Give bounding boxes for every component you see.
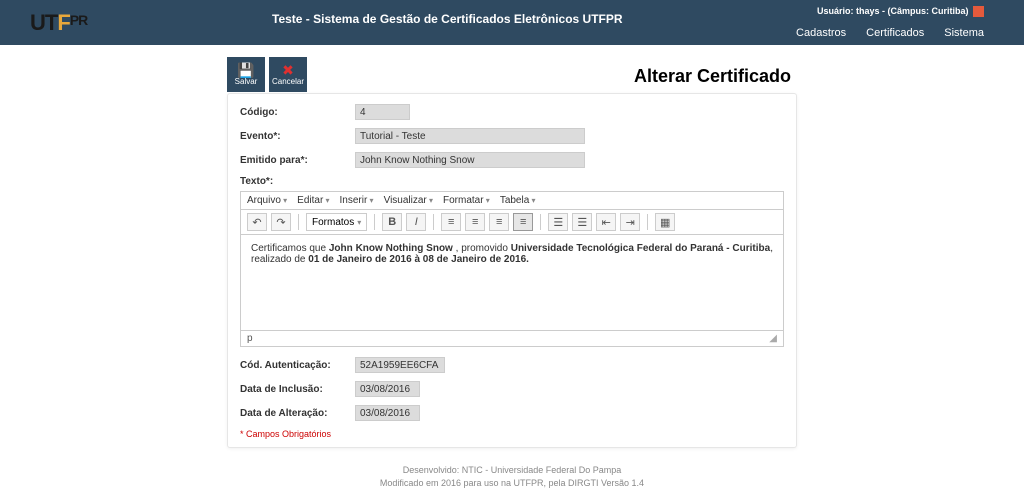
align-right-button[interactable]: ≡ (489, 213, 509, 231)
footer-line2: Modificado em 2016 para uso na UTFPR, pe… (227, 477, 797, 490)
user-label: Usuário: thays - (Câmpus: Curitiba) (817, 6, 969, 16)
texto-label: Texto*: (240, 176, 355, 187)
nav-menu: Cadastros Certificados Sistema (796, 27, 984, 39)
form-panel: Código: 4 Evento*: Tutorial - Teste Emit… (227, 93, 797, 448)
nav-sistema[interactable]: Sistema (944, 27, 984, 39)
emitido-label: Emitido para*: (240, 155, 355, 166)
alteracao-field[interactable]: 03/08/2016 (355, 405, 420, 421)
auth-label: Cód. Autenticação: (240, 360, 355, 371)
body-text: Certificamos que (251, 243, 329, 254)
cancel-icon: ✖ (282, 63, 294, 77)
indent-button[interactable]: ⇥ (620, 213, 640, 231)
inclusao-field[interactable]: 03/08/2016 (355, 381, 420, 397)
inclusao-label: Data de Inclusão: (240, 384, 355, 395)
emitido-field[interactable]: John Know Nothing Snow (355, 152, 585, 168)
editor-statusbar: p ◢ (241, 330, 783, 346)
separator (647, 214, 648, 230)
logout-icon[interactable] (973, 6, 984, 17)
editor-toolbar: ↶ ↷ Formatos B I ≡ ≡ ≡ ≡ ☰ ☰ ⇤ ⇥ ▦ (241, 210, 783, 235)
editor-content[interactable]: Certificamos que John Know Nothing Snow … (241, 235, 783, 330)
auth-field[interactable]: 52A1959EE6CFA (355, 357, 445, 373)
save-icon: 💾 (237, 63, 254, 77)
body-inst: Universidade Tecnológica Federal do Para… (511, 243, 771, 254)
body-name: John Know Nothing Snow (329, 243, 453, 254)
menu-formatar[interactable]: Formatar (443, 195, 490, 206)
user-info: Usuário: thays - (Câmpus: Curitiba) (817, 6, 984, 17)
evento-field[interactable]: Tutorial - Teste (355, 128, 585, 144)
italic-button[interactable]: I (406, 213, 426, 231)
align-center-button[interactable]: ≡ (465, 213, 485, 231)
rich-text-editor: Arquivo Editar Inserir Visualizar Format… (240, 191, 784, 347)
align-left-button[interactable]: ≡ (441, 213, 461, 231)
number-list-button[interactable]: ☰ (572, 213, 592, 231)
menu-visualizar[interactable]: Visualizar (384, 195, 433, 206)
logo-text-pr: PR (70, 12, 87, 28)
menu-editar[interactable]: Editar (297, 195, 329, 206)
undo-button[interactable]: ↶ (247, 213, 267, 231)
editor-path: p (247, 333, 253, 344)
redo-button[interactable]: ↷ (271, 213, 291, 231)
logo-text-f: F (57, 10, 69, 35)
navbar: UTFPR Teste - Sistema de Gestão de Certi… (0, 0, 1024, 45)
menu-tabela[interactable]: Tabela (500, 195, 536, 206)
bullet-list-button[interactable]: ☰ (548, 213, 568, 231)
body-dates: 01 de Janeiro de 2016 à 08 de Janeiro de… (308, 254, 529, 265)
menu-inserir[interactable]: Inserir (340, 195, 374, 206)
footer: Desenvolvido: NTIC - Universidade Federa… (227, 464, 797, 489)
editor-menubar: Arquivo Editar Inserir Visualizar Format… (241, 192, 783, 210)
nav-cadastros[interactable]: Cadastros (796, 27, 846, 39)
separator (433, 214, 434, 230)
cancel-label: Cancelar (272, 77, 304, 86)
cancel-button[interactable]: ✖ Cancelar (269, 57, 307, 92)
nav-certificados[interactable]: Certificados (866, 27, 924, 39)
save-button[interactable]: 💾 Salvar (227, 57, 265, 92)
body-text: , promovido (453, 243, 511, 254)
separator (374, 214, 375, 230)
app-title: Teste - Sistema de Gestão de Certificado… (272, 12, 623, 26)
resize-handle-icon[interactable]: ◢ (769, 333, 777, 344)
codigo-label: Código: (240, 107, 355, 118)
logo: UTFPR (30, 10, 87, 36)
logo-text-ut: UT (30, 10, 57, 35)
align-justify-button[interactable]: ≡ (513, 213, 533, 231)
page-title: Alterar Certificado (227, 66, 791, 87)
alteracao-label: Data de Alteração: (240, 408, 355, 419)
formats-dropdown[interactable]: Formatos (306, 213, 367, 231)
save-label: Salvar (235, 77, 258, 86)
codigo-field[interactable]: 4 (355, 104, 410, 120)
footer-line1: Desenvolvido: NTIC - Universidade Federa… (227, 464, 797, 477)
required-note: * Campos Obrigatórios (240, 429, 784, 439)
outdent-button[interactable]: ⇤ (596, 213, 616, 231)
image-button[interactable]: ▦ (655, 213, 675, 231)
bold-button[interactable]: B (382, 213, 402, 231)
separator (298, 214, 299, 230)
evento-label: Evento*: (240, 131, 355, 142)
menu-arquivo[interactable]: Arquivo (247, 195, 287, 206)
separator (540, 214, 541, 230)
